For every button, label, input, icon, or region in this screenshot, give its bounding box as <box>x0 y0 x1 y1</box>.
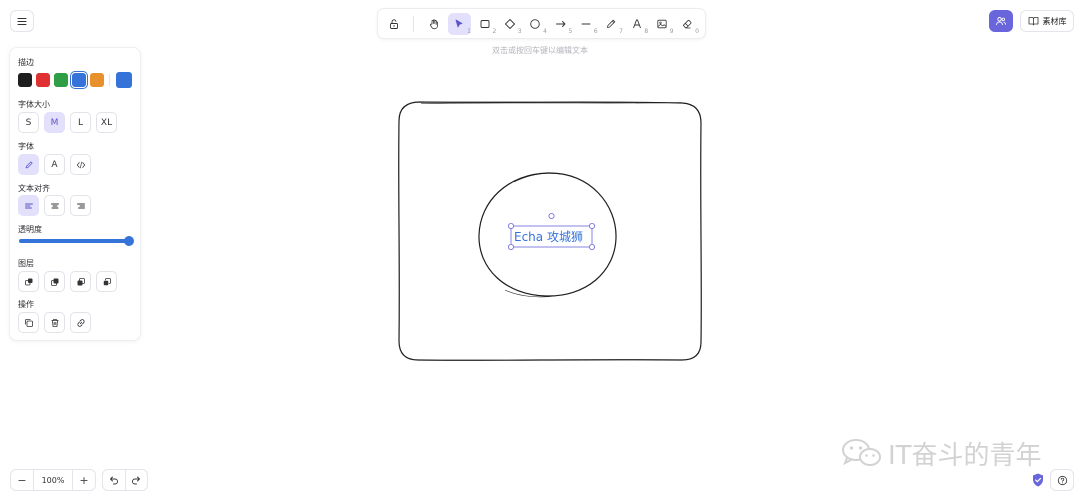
zoom-in-button[interactable]: + <box>73 470 95 490</box>
wechat-icon <box>842 439 881 466</box>
undo-button[interactable] <box>103 470 125 490</box>
zoom-controls: − 100% + <box>10 469 96 491</box>
help-button[interactable] <box>1050 469 1074 491</box>
text-element[interactable]: Echa 攻城狮 <box>514 230 583 244</box>
watermark: IT奋斗的青年 <box>840 436 1042 471</box>
resize-handle <box>589 243 596 250</box>
resize-handle <box>507 243 514 250</box>
undo-icon <box>109 476 118 485</box>
zoom-level[interactable]: 100% <box>33 470 73 490</box>
help-icon <box>1057 475 1067 485</box>
rotation-handle <box>548 212 555 219</box>
drawing-canvas[interactable]: Echa 攻城狮 <box>0 0 1080 500</box>
redo-icon <box>132 476 141 485</box>
redo-button[interactable] <box>124 470 148 490</box>
resize-handle <box>507 222 514 229</box>
shield-icon[interactable] <box>1030 472 1046 488</box>
history-controls <box>102 469 148 491</box>
resize-handle <box>589 222 596 229</box>
zoom-out-button[interactable]: − <box>11 470 33 490</box>
watermark-text: IT奋斗的青年 <box>888 440 1042 471</box>
